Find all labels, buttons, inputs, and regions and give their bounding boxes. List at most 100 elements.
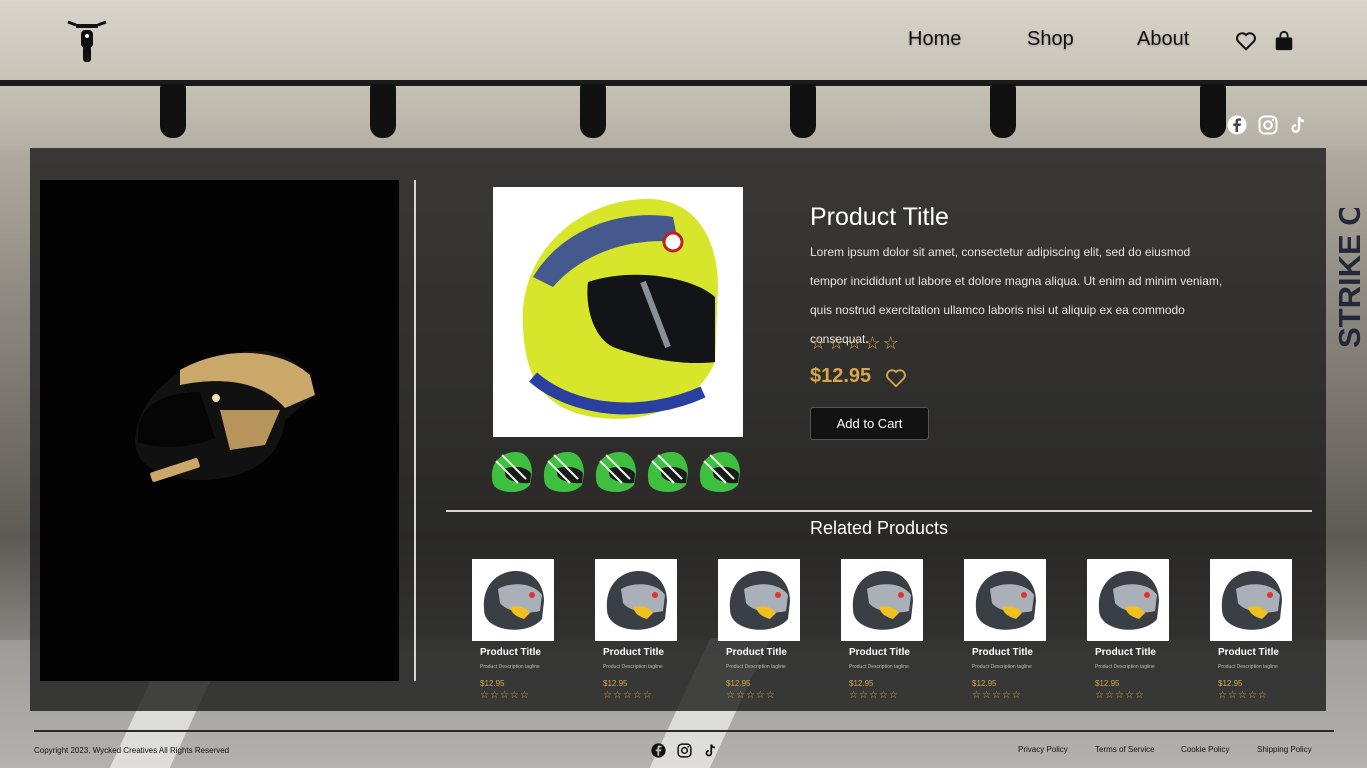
black-gold-helmet-illustration [135, 351, 315, 482]
product-price: $12.95 [810, 365, 872, 387]
related-helmet-image[interactable] [472, 559, 554, 641]
nav-about[interactable]: About [1137, 28, 1189, 51]
related-product-tagline: Product Description tagline [603, 664, 663, 670]
heart-icon[interactable] [1235, 30, 1257, 52]
star-outline-icon: ☆ [632, 690, 642, 701]
site-header: Home Shop About [0, 0, 1367, 80]
related-product-title[interactable]: Product Title [726, 647, 800, 658]
related-product-card[interactable]: Product Title Product Description taglin… [472, 559, 554, 701]
related-product-tagline: Product Description tagline [849, 664, 909, 670]
star-outline-icon: ☆ [1257, 690, 1267, 701]
star-outline-icon: ☆ [1114, 690, 1124, 701]
star-outline-icon: ☆ [745, 690, 755, 701]
shopping-bag-icon[interactable] [1273, 30, 1295, 52]
star-outline-icon: ☆ [888, 690, 898, 701]
star-outline-icon: ☆ [765, 690, 775, 701]
star-outline-icon: ☆ [868, 690, 878, 701]
related-product-card[interactable]: Product Title Product Description taglin… [841, 559, 923, 701]
related-product-rating: ☆ ☆ ☆ ☆ ☆ [603, 690, 677, 701]
motorcycle-icon[interactable] [66, 16, 108, 64]
star-outline-icon: ☆ [642, 690, 652, 701]
related-product-card[interactable]: Product Title Product Description taglin… [595, 559, 677, 701]
background-light-rail [0, 80, 1367, 86]
helmet-thumbnail[interactable] [592, 449, 638, 495]
related-product-rating: ☆ ☆ ☆ ☆ ☆ [1095, 690, 1169, 701]
helmet-thumbnail[interactable] [696, 449, 742, 495]
related-product-price: $12.95 [849, 679, 874, 688]
related-helmet-image[interactable] [595, 559, 677, 641]
related-product-title[interactable]: Product Title [1095, 647, 1169, 658]
cookie-policy-link[interactable]: Cookie Policy [1181, 745, 1229, 754]
product-rating[interactable]: ☆ ☆ ☆ ☆ ☆ [810, 333, 899, 354]
star-outline-icon[interactable]: ☆ [828, 333, 844, 354]
related-product-card[interactable]: Product Title Product Description taglin… [964, 559, 1046, 701]
related-product-rating: ☆ ☆ ☆ ☆ ☆ [1218, 690, 1292, 701]
background-lamp [370, 84, 396, 138]
related-helmet-image[interactable] [718, 559, 800, 641]
related-product-title[interactable]: Product Title [480, 647, 554, 658]
vertical-brand-text: STRIKE O [1332, 208, 1367, 348]
star-outline-icon: ☆ [499, 690, 509, 701]
related-product-card[interactable]: Product Title Product Description taglin… [1087, 559, 1169, 701]
star-outline-icon: ☆ [991, 690, 1001, 701]
related-product-title[interactable]: Product Title [1218, 647, 1292, 658]
star-outline-icon: ☆ [735, 690, 745, 701]
tiktok-icon[interactable] [1288, 115, 1308, 135]
star-outline-icon[interactable]: ☆ [846, 333, 862, 354]
star-outline-icon: ☆ [622, 690, 632, 701]
footer-divider [34, 730, 1334, 732]
related-product-title[interactable]: Product Title [603, 647, 677, 658]
add-to-cart-button[interactable]: Add to Cart [810, 407, 929, 440]
helmet-thumbnail[interactable] [488, 449, 534, 495]
helmet-thumbnail[interactable] [540, 449, 586, 495]
star-outline-icon[interactable]: ☆ [883, 333, 899, 354]
star-outline-icon: ☆ [1104, 690, 1114, 701]
related-product-price: $12.95 [972, 679, 997, 688]
related-product-tagline: Product Description tagline [972, 664, 1032, 670]
star-outline-icon: ☆ [489, 690, 499, 701]
related-product-tagline: Product Description tagline [726, 664, 786, 670]
tiktok-icon[interactable] [703, 743, 718, 758]
product-main-image [493, 187, 743, 437]
related-product-card[interactable]: Product Title Product Description taglin… [1210, 559, 1292, 701]
instagram-icon[interactable] [1258, 115, 1278, 135]
star-outline-icon: ☆ [858, 690, 868, 701]
related-product-title[interactable]: Product Title [972, 647, 1046, 658]
star-outline-icon: ☆ [1227, 690, 1237, 701]
star-outline-icon: ☆ [1011, 690, 1021, 701]
star-outline-icon[interactable]: ☆ [810, 333, 826, 354]
instagram-icon[interactable] [677, 743, 692, 758]
brand-wordmark: STRIKE O [1332, 208, 1367, 348]
star-outline-icon: ☆ [1001, 690, 1011, 701]
star-outline-icon: ☆ [519, 690, 529, 701]
related-product-title[interactable]: Product Title [849, 647, 923, 658]
star-outline-icon: ☆ [726, 690, 735, 701]
star-outline-icon: ☆ [480, 690, 489, 701]
privacy-policy-link[interactable]: Privacy Policy [1018, 745, 1068, 754]
facebook-icon[interactable] [651, 743, 666, 758]
star-outline-icon[interactable]: ☆ [864, 333, 880, 354]
background-lamp [990, 84, 1016, 138]
facebook-icon[interactable] [1227, 115, 1247, 135]
wishlist-heart-icon[interactable] [885, 367, 907, 389]
star-outline-icon: ☆ [981, 690, 991, 701]
related-product-price: $12.95 [603, 679, 628, 688]
related-helmet-image[interactable] [1087, 559, 1169, 641]
related-product-price: $12.95 [1218, 679, 1243, 688]
related-product-tagline: Product Description tagline [1095, 664, 1155, 670]
related-product-card[interactable]: Product Title Product Description taglin… [718, 559, 800, 701]
related-helmet-image[interactable] [1210, 559, 1292, 641]
helmet-thumbnail[interactable] [644, 449, 690, 495]
related-helmet-image[interactable] [841, 559, 923, 641]
yellow-helmet-illustration [522, 198, 718, 419]
related-product-tagline: Product Description tagline [480, 664, 540, 670]
nav-shop[interactable]: Shop [1027, 28, 1074, 51]
star-outline-icon: ☆ [1124, 690, 1134, 701]
nav-home[interactable]: Home [908, 28, 961, 51]
star-outline-icon: ☆ [755, 690, 765, 701]
terms-of-service-link[interactable]: Terms of Service [1095, 745, 1155, 754]
shipping-policy-link[interactable]: Shipping Policy [1257, 745, 1312, 754]
related-helmet-image[interactable] [964, 559, 1046, 641]
star-outline-icon: ☆ [972, 690, 981, 701]
related-product-rating: ☆ ☆ ☆ ☆ ☆ [972, 690, 1046, 701]
